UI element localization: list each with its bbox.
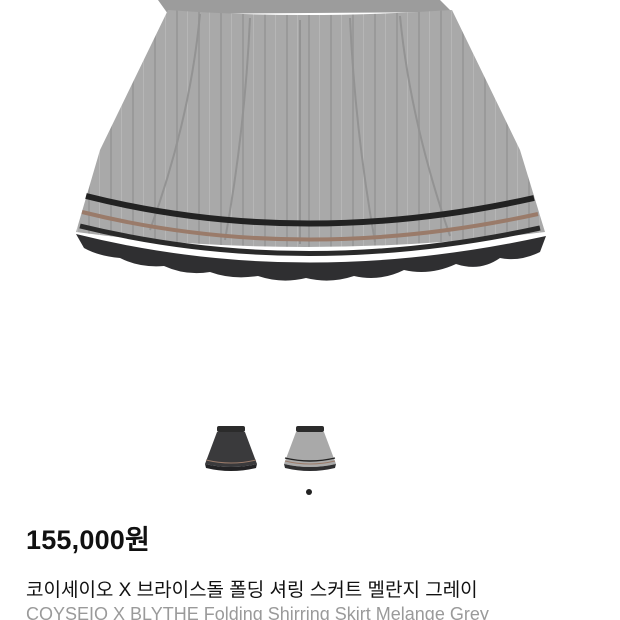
carousel-indicator <box>306 489 312 495</box>
product-page: 155,000원 코이세이오 X 브라이스돌 폴딩 셔링 스커트 멜란지 그레이… <box>0 0 620 620</box>
skirt-charcoal-icon <box>205 426 257 471</box>
product-title-english: COYSEIO X BLYTHE Folding Shirring Skirt … <box>26 604 489 620</box>
thumbnail-strip <box>0 420 620 476</box>
skirt-grey-icon <box>284 426 336 471</box>
product-title-korean: 코이세이오 X 브라이스돌 폴딩 셔링 스커트 멜란지 그레이 <box>26 580 478 601</box>
product-hero-image[interactable] <box>0 0 620 400</box>
skirt-grey-icon <box>76 0 546 281</box>
thumbnail-charcoal[interactable] <box>199 420 263 476</box>
carousel-dot-active[interactable] <box>306 489 312 495</box>
thumbnail-grey[interactable] <box>278 420 342 476</box>
product-price: 155,000원 <box>26 525 151 555</box>
